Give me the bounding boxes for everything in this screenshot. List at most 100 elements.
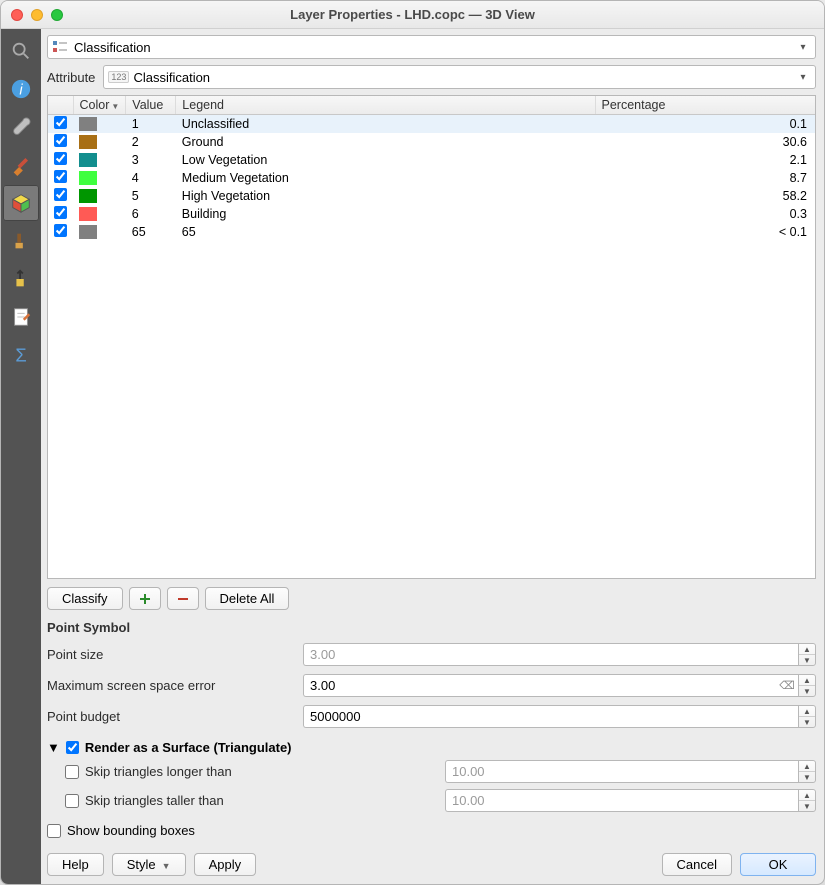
point-budget-input[interactable] xyxy=(303,705,798,728)
sidebar-rendering[interactable] xyxy=(3,223,39,259)
minus-icon xyxy=(176,592,190,606)
row-visibility-checkbox[interactable] xyxy=(54,152,67,165)
close-icon[interactable] xyxy=(11,9,23,21)
color-swatch[interactable] xyxy=(79,189,97,203)
row-percentage: 0.3 xyxy=(595,205,815,223)
sort-indicator-icon: ▼ xyxy=(111,102,119,111)
row-legend: Ground xyxy=(176,133,595,151)
chevron-down-icon: ▼ xyxy=(799,717,815,727)
table-row[interactable]: 1Unclassified0.1 xyxy=(48,115,815,134)
layer-properties-window: Layer Properties - LHD.copc — 3D View i xyxy=(0,0,825,885)
style-button[interactable]: Style▼ xyxy=(112,853,186,876)
table-row[interactable]: 3Low Vegetation2.1 xyxy=(48,151,815,169)
sidebar-statistics[interactable]: Σ xyxy=(3,337,39,373)
renderer-combo[interactable]: Classification ▾ xyxy=(47,35,816,59)
render-surface-checkbox[interactable] xyxy=(66,741,79,754)
table-row[interactable]: 6Building0.3 xyxy=(48,205,815,223)
wrench-icon xyxy=(10,116,32,138)
max-error-label: Maximum screen space error xyxy=(47,678,303,693)
row-visibility-checkbox[interactable] xyxy=(54,206,67,219)
info-icon: i xyxy=(10,78,32,100)
row-legend: Building xyxy=(176,205,595,223)
row-visibility-checkbox[interactable] xyxy=(54,116,67,129)
window-controls xyxy=(1,9,63,21)
window-title: Layer Properties - LHD.copc — 3D View xyxy=(1,7,824,22)
classification-table[interactable]: Color▼ Value Legend Percentage 1Unclassi… xyxy=(47,95,816,579)
max-error-stepper[interactable]: ▲▼ xyxy=(798,674,816,697)
col-color[interactable]: Color▼ xyxy=(73,96,126,115)
skip-taller-input xyxy=(445,789,798,812)
sidebar-elevation[interactable] xyxy=(3,261,39,297)
sidebar-search[interactable] xyxy=(3,33,39,69)
cancel-button[interactable]: Cancel xyxy=(662,853,732,876)
row-legend: 65 xyxy=(176,223,595,241)
point-size-input xyxy=(303,643,798,666)
row-visibility-checkbox[interactable] xyxy=(54,224,67,237)
color-swatch[interactable] xyxy=(79,135,97,149)
skip-longer-checkbox[interactable] xyxy=(65,765,79,779)
chevron-up-icon: ▲ xyxy=(799,706,815,717)
row-value: 2 xyxy=(126,133,176,151)
chevron-down-icon: ▼ xyxy=(799,686,815,696)
max-error-input[interactable] xyxy=(303,674,776,697)
row-legend: Medium Vegetation xyxy=(176,169,595,187)
sidebar-information[interactable]: i xyxy=(3,71,39,107)
skip-taller-checkbox[interactable] xyxy=(65,794,79,808)
skip-taller-stepper[interactable]: ▲▼ xyxy=(798,789,816,812)
sidebar-metadata[interactable] xyxy=(3,299,39,335)
row-legend: Unclassified xyxy=(176,115,595,134)
chevron-down-icon: ▼ xyxy=(799,801,815,811)
sidebar-3d-view[interactable] xyxy=(3,185,39,221)
table-row[interactable]: 5High Vegetation58.2 xyxy=(48,187,815,205)
col-legend[interactable]: Legend xyxy=(176,96,595,115)
color-swatch[interactable] xyxy=(79,207,97,221)
main-panel: Classification ▾ Attribute 123 Classific… xyxy=(41,29,824,884)
chevron-up-icon: ▲ xyxy=(799,644,815,655)
brush-icon xyxy=(10,154,32,176)
col-value[interactable]: Value xyxy=(126,96,176,115)
point-budget-stepper[interactable]: ▲▼ xyxy=(798,705,816,728)
table-row[interactable]: 6565< 0.1 xyxy=(48,223,815,241)
color-swatch[interactable] xyxy=(79,171,97,185)
attribute-combo[interactable]: 123 Classification ▾ xyxy=(103,65,816,89)
remove-class-button[interactable] xyxy=(167,587,199,610)
row-visibility-checkbox[interactable] xyxy=(54,188,67,201)
row-percentage: < 0.1 xyxy=(595,223,815,241)
render-surface-group[interactable]: ▼ Render as a Surface (Triangulate) xyxy=(47,740,816,755)
clear-input-icon[interactable]: ⌫ xyxy=(776,674,798,697)
zoom-icon[interactable] xyxy=(51,9,63,21)
minimize-icon[interactable] xyxy=(31,9,43,21)
attribute-value: Classification xyxy=(133,70,210,85)
row-value: 1 xyxy=(126,115,176,134)
sidebar-symbology[interactable] xyxy=(3,147,39,183)
row-percentage: 8.7 xyxy=(595,169,815,187)
sidebar-source[interactable] xyxy=(3,109,39,145)
show-bounding-label: Show bounding boxes xyxy=(67,823,195,838)
delete-all-button[interactable]: Delete All xyxy=(205,587,290,610)
apply-button[interactable]: Apply xyxy=(194,853,257,876)
point-size-stepper[interactable]: ▲▼ xyxy=(798,643,816,666)
row-percentage: 2.1 xyxy=(595,151,815,169)
titlebar: Layer Properties - LHD.copc — 3D View xyxy=(1,1,824,29)
chevron-down-icon: ▼ xyxy=(799,772,815,782)
chevron-up-icon: ▲ xyxy=(799,675,815,686)
classify-button[interactable]: Classify xyxy=(47,587,123,610)
sigma-icon: Σ xyxy=(10,344,32,366)
row-visibility-checkbox[interactable] xyxy=(54,170,67,183)
row-visibility-checkbox[interactable] xyxy=(54,134,67,147)
help-button[interactable]: Help xyxy=(47,853,104,876)
color-swatch[interactable] xyxy=(79,153,97,167)
point-budget-label: Point budget xyxy=(47,709,303,724)
row-legend: High Vegetation xyxy=(176,187,595,205)
table-row[interactable]: 4Medium Vegetation8.7 xyxy=(48,169,815,187)
show-bounding-checkbox[interactable] xyxy=(47,824,61,838)
table-row[interactable]: 2Ground30.6 xyxy=(48,133,815,151)
color-swatch[interactable] xyxy=(79,117,97,131)
row-value: 6 xyxy=(126,205,176,223)
skip-longer-stepper[interactable]: ▲▼ xyxy=(798,760,816,783)
row-value: 65 xyxy=(126,223,176,241)
col-percentage[interactable]: Percentage xyxy=(595,96,815,115)
color-swatch[interactable] xyxy=(79,225,97,239)
add-class-button[interactable] xyxy=(129,587,161,610)
ok-button[interactable]: OK xyxy=(740,853,816,876)
